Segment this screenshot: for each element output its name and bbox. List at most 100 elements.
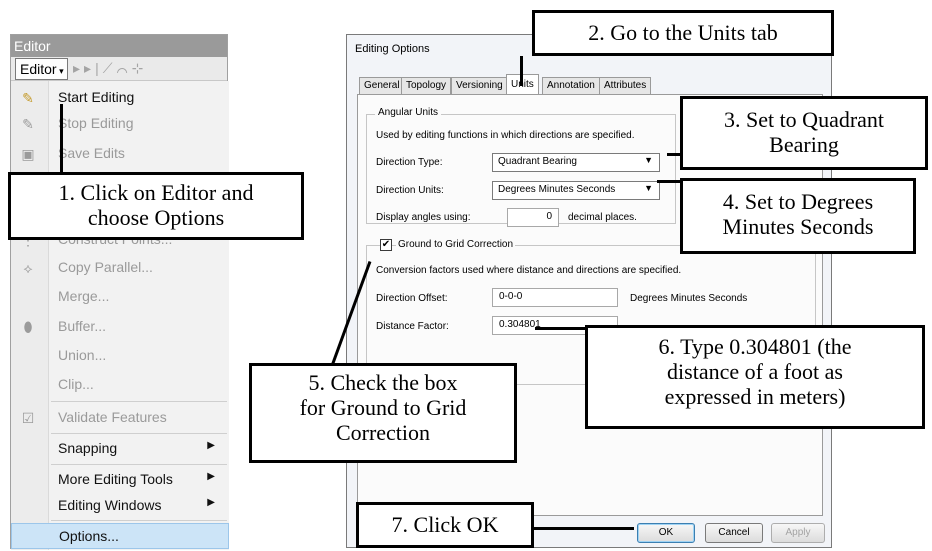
callout-step-5-line-3: Correction bbox=[335, 420, 431, 445]
chevron-down-icon: ▾ bbox=[56, 66, 64, 76]
direction-offset-input[interactable]: 0-0-0 bbox=[492, 288, 618, 307]
ok-button[interactable]: OK bbox=[637, 523, 695, 543]
menu-item-label: More Editing Tools bbox=[58, 471, 173, 487]
decimal-places-label: decimal places. bbox=[568, 212, 637, 223]
callout-step-6-line-2: distance of a foot as bbox=[667, 359, 843, 384]
menu-item-merge[interactable]: Merge... bbox=[11, 284, 229, 310]
conversion-factors-description: Conversion factors used where distance a… bbox=[376, 265, 682, 276]
angular-units-description: Used by editing functions in which direc… bbox=[376, 130, 635, 141]
callout-step-6-line-1: 6. Type 0.304801 (the bbox=[658, 334, 852, 359]
menu-item-label: Copy Parallel... bbox=[58, 259, 153, 275]
menu-separator bbox=[51, 464, 227, 465]
menu-item-save-edits[interactable]: ▣ Save Edits bbox=[11, 141, 229, 167]
menu-item-label: Start Editing bbox=[58, 89, 135, 105]
callout-step-3-line-2: Bearing bbox=[769, 132, 839, 157]
callout-step-2: 2. Go to the Units tab bbox=[532, 10, 834, 56]
direction-units-value: Degrees Minutes Seconds bbox=[498, 184, 616, 195]
submenu-arrow-icon: ▶ bbox=[207, 440, 215, 451]
menu-item-label: Validate Features bbox=[58, 409, 167, 425]
dialog-title: Editing Options bbox=[355, 43, 430, 55]
submenu-arrow-icon: ▶ bbox=[207, 471, 215, 482]
menu-item-label: Merge... bbox=[58, 288, 110, 304]
tab-versioning[interactable]: Versioning bbox=[451, 77, 508, 95]
callout-step-5-line-2: for Ground to Grid bbox=[299, 395, 467, 420]
menu-item-union[interactable]: Union... bbox=[11, 343, 229, 369]
direction-type-value: Quadrant Bearing bbox=[498, 156, 577, 167]
menu-item-label: Editing Windows bbox=[58, 497, 162, 513]
callout-6-pointer bbox=[535, 327, 585, 330]
pencil-icon: ✎ bbox=[22, 90, 34, 106]
editor-toolbar: Editor ▾ ▸▸|⟋⌒⊹ bbox=[11, 57, 227, 81]
ground-to-grid-checkbox[interactable]: ✔ bbox=[380, 239, 392, 251]
edit-annotation-icon[interactable]: ▸ bbox=[84, 60, 95, 76]
menu-separator bbox=[51, 401, 227, 402]
copy-parallel-icon: ⟡ bbox=[23, 260, 33, 276]
menu-item-label: Stop Editing bbox=[58, 115, 134, 131]
menu-item-clip[interactable]: Clip... bbox=[11, 372, 229, 398]
callout-step-5-line-1: 5. Check the box bbox=[308, 370, 458, 395]
menu-item-label: Snapping bbox=[58, 440, 118, 456]
cancel-button[interactable]: Cancel bbox=[705, 523, 763, 543]
callout-step-7: 7. Click OK bbox=[356, 502, 534, 548]
callout-step-1: 1. Click on Editor and choose Options bbox=[8, 172, 304, 240]
straight-segment-icon[interactable]: ⟋ bbox=[103, 60, 117, 76]
validate-icon: ☑ bbox=[21, 410, 35, 426]
tab-attributes[interactable]: Attributes bbox=[599, 77, 652, 95]
callout-step-6-line-3: expressed in meters) bbox=[664, 384, 846, 409]
save-icon: ▣ bbox=[21, 146, 35, 162]
edit-tool-icon[interactable]: ▸ bbox=[73, 60, 84, 76]
direction-offset-units: Degrees Minutes Seconds bbox=[630, 293, 748, 304]
chevron-down-icon: ▼ bbox=[644, 155, 653, 165]
menu-item-stop-editing[interactable]: ✎ Stop Editing bbox=[11, 111, 229, 137]
menu-item-snapping[interactable]: Snapping ▶ bbox=[11, 436, 229, 462]
menu-separator bbox=[51, 520, 227, 521]
tab-general[interactable]: General bbox=[359, 77, 405, 95]
callout-step-2-text: 2. Go to the Units tab bbox=[588, 20, 778, 45]
decimal-places-input[interactable]: 0 bbox=[507, 208, 559, 227]
menu-item-label: Save Edits bbox=[58, 145, 125, 161]
menu-separator bbox=[51, 433, 227, 434]
menu-item-editing-windows[interactable]: Editing Windows ▶ bbox=[11, 493, 229, 519]
callout-step-3-line-1: 3. Set to Quadrant bbox=[723, 107, 885, 132]
menu-item-validate-features[interactable]: ☑ Validate Features bbox=[11, 405, 229, 431]
menu-item-start-editing[interactable]: ✎ Start Editing bbox=[11, 85, 229, 111]
tab-annotation[interactable]: Annotation bbox=[542, 77, 600, 95]
menu-item-label: Union... bbox=[58, 347, 107, 363]
menu-item-label: Options... bbox=[59, 528, 119, 544]
angular-units-group-title: Angular Units bbox=[375, 107, 442, 118]
callout-step-4-line-1: 4. Set to Degrees bbox=[722, 189, 874, 214]
editor-toolbar-title: Editor bbox=[11, 35, 227, 57]
direction-units-select[interactable]: Degrees Minutes Seconds ▼ bbox=[492, 181, 660, 200]
point-icon[interactable]: ⊹ bbox=[132, 60, 148, 76]
callout-1-pointer bbox=[60, 104, 63, 182]
menu-item-options[interactable]: Options... bbox=[11, 523, 229, 549]
callout-2-pointer bbox=[520, 56, 523, 86]
chevron-down-icon: ▼ bbox=[644, 183, 653, 193]
tab-topology[interactable]: Topology bbox=[401, 77, 452, 95]
apply-button[interactable]: Apply bbox=[771, 523, 825, 543]
direction-offset-label: Direction Offset: bbox=[376, 293, 448, 304]
callout-step-1-line-2: choose Options bbox=[87, 205, 225, 230]
menu-item-copy-parallel[interactable]: ⟡ Copy Parallel... bbox=[11, 255, 229, 281]
callout-step-1-line-1: 1. Click on Editor and bbox=[58, 180, 254, 205]
menu-item-buffer[interactable]: ⬮ Buffer... bbox=[11, 314, 229, 340]
callout-step-5: 5. Check the box for Ground to Grid Corr… bbox=[249, 363, 517, 463]
direction-type-select[interactable]: Quadrant Bearing ▼ bbox=[492, 153, 660, 172]
menu-item-label: Buffer... bbox=[58, 318, 106, 334]
ground-to-grid-label[interactable]: Ground to Grid Correction bbox=[396, 239, 516, 250]
submenu-arrow-icon: ▶ bbox=[207, 497, 215, 508]
stop-pencil-icon: ✎ bbox=[22, 116, 34, 132]
direction-units-label: Direction Units: bbox=[376, 185, 444, 196]
menu-item-label: Clip... bbox=[58, 376, 94, 392]
callout-step-4: 4. Set to Degrees Minutes Seconds bbox=[680, 178, 916, 254]
editor-menu-button-label: Editor bbox=[20, 61, 57, 77]
menu-item-more-editing-tools[interactable]: More Editing Tools ▶ bbox=[11, 467, 229, 493]
trace-icon[interactable]: ⌒ bbox=[117, 60, 132, 76]
callout-step-3: 3. Set to Quadrant Bearing bbox=[680, 96, 928, 170]
editor-dropdown-menu: ✎ Start Editing ✎ Stop Editing ▣ Save Ed… bbox=[11, 81, 229, 550]
distance-factor-label: Distance Factor: bbox=[376, 321, 449, 332]
editor-toolbar-tools: ▸▸|⟋⌒⊹ bbox=[73, 60, 148, 76]
editor-panel: Editor Editor ▾ ▸▸|⟋⌒⊹ ✎ Start Editing ✎… bbox=[10, 34, 229, 550]
editor-menu-button[interactable]: Editor ▾ bbox=[15, 58, 68, 80]
callout-step-6: 6. Type 0.304801 (the distance of a foot… bbox=[585, 325, 925, 429]
